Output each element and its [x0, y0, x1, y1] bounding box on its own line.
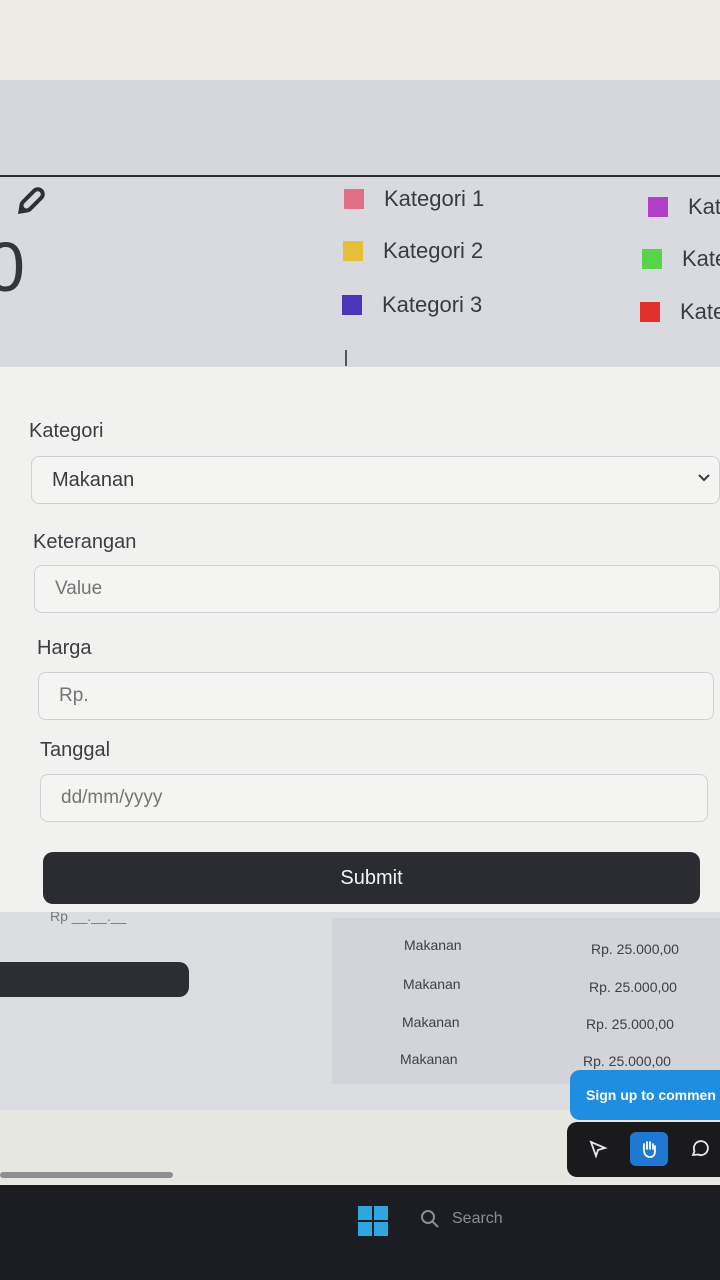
taskbar-search[interactable]: Search	[420, 1209, 503, 1229]
table-cell-kategori: Makanan	[402, 1014, 460, 1030]
legend-item-kategori-1: Kategori 1	[344, 186, 484, 212]
submit-button[interactable]: Submit	[43, 852, 700, 904]
add-expense-form	[0, 367, 720, 912]
legend-label: Kate	[682, 246, 720, 271]
legend-label: Kate	[680, 299, 720, 324]
keterangan-input[interactable]	[34, 565, 720, 613]
background-wall	[0, 0, 720, 80]
annotation-toolbar	[567, 1122, 720, 1177]
legend-label: Kat	[688, 194, 720, 219]
hand-tool-button[interactable]	[630, 1132, 668, 1166]
search-icon	[421, 1210, 439, 1228]
table-cell-harga: Rp. 25.000,00	[586, 1016, 674, 1032]
app-header	[0, 80, 720, 175]
legend-item-kategori-6: Kate	[640, 299, 720, 325]
comment-icon	[691, 1140, 709, 1157]
legend-item-kategori-5: Kate	[642, 246, 720, 272]
kategori-select[interactable]: Makanan	[31, 456, 720, 504]
background-button[interactable]	[0, 962, 189, 997]
legend-swatch	[648, 197, 668, 217]
table-cell-kategori: Makanan	[404, 937, 462, 953]
horizontal-scrollbar[interactable]	[0, 1172, 173, 1178]
pointer-icon	[589, 1140, 608, 1159]
sign-up-label: Sign up to commen	[586, 1087, 716, 1103]
kategori-label: Kategori	[29, 420, 104, 442]
table-cell-kategori: Makanan	[403, 976, 461, 992]
legend-swatch	[342, 295, 362, 315]
pencil-icon[interactable]	[12, 184, 48, 220]
legend-item-kategori-2: Kategori 2	[343, 238, 483, 264]
legend-swatch	[642, 249, 662, 269]
total-amount: 0	[0, 228, 25, 306]
chevron-down-icon	[698, 474, 710, 482]
table-cell-harga: Rp. 25.000,00	[583, 1053, 671, 1069]
legend-item-kategori-3: Kategori 3	[342, 292, 482, 318]
pointer-tool-button[interactable]	[579, 1132, 617, 1166]
keterangan-label: Keterangan	[33, 531, 137, 553]
table-cell-harga: Rp. 25.000,00	[589, 979, 677, 995]
tanggal-input[interactable]	[40, 774, 708, 822]
comment-tool-button[interactable]	[681, 1132, 719, 1166]
sign-up-comment-banner[interactable]: Sign up to commen	[570, 1070, 720, 1120]
legend-item-kategori-4: Kat	[648, 194, 720, 220]
table-cell-harga: Rp. 25.000,00	[591, 941, 679, 957]
table-cell-kategori: Makanan	[400, 1051, 458, 1067]
tanggal-label: Tanggal	[40, 739, 111, 761]
legend-label: Kategori 3	[382, 292, 483, 317]
legend-swatch	[343, 241, 363, 261]
legend-label: Kategori 1	[384, 186, 485, 211]
taskbar-search-label: Search	[452, 1210, 503, 1227]
windows-start-icon[interactable]	[357, 1205, 389, 1237]
kategori-selected-value: Makanan	[52, 468, 135, 491]
legend-swatch	[640, 302, 660, 322]
divider-tick	[345, 350, 347, 366]
harga-label: Harga	[37, 637, 92, 659]
legend-swatch	[344, 189, 364, 209]
hand-icon	[643, 1141, 656, 1158]
harga-input[interactable]	[38, 672, 714, 720]
legend-label: Kategori 2	[383, 238, 484, 263]
